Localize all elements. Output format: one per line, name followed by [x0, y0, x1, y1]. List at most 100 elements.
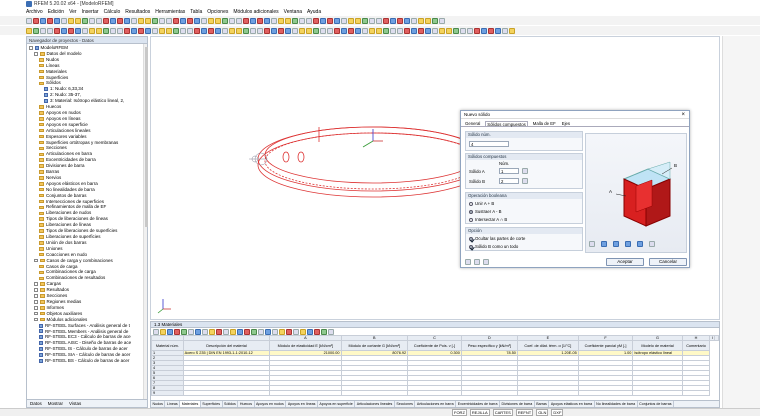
menu-item[interactable]: Edición [48, 9, 64, 15]
toolbar-button-icon[interactable] [208, 17, 214, 24]
toolbar-button-icon[interactable] [362, 17, 368, 24]
toolbar-button-icon[interactable] [285, 17, 291, 24]
menu-item[interactable]: Archivo [26, 9, 43, 15]
nav-tab-views[interactable]: Vistas [69, 401, 81, 406]
status-toggle[interactable]: DXF [551, 409, 564, 416]
toolbar-button-icon[interactable] [236, 17, 242, 24]
toolbar-button-icon[interactable] [47, 27, 53, 34]
table-tab[interactable]: Nudos [151, 401, 166, 407]
toolbar-button-icon[interactable] [103, 27, 109, 34]
toolbar-button-icon[interactable] [250, 17, 256, 24]
toolbar-button-icon[interactable] [138, 17, 144, 24]
toolbar-button-icon[interactable] [194, 27, 200, 34]
toolbar-button-icon[interactable] [243, 17, 249, 24]
expand-icon[interactable] [34, 306, 38, 310]
toolbar-button-icon[interactable] [54, 17, 60, 24]
toolbar-button-icon[interactable] [306, 27, 312, 34]
toolbar-button-icon[interactable] [222, 27, 228, 34]
pick-icon[interactable] [483, 259, 489, 265]
toolbar-button-icon[interactable] [117, 27, 123, 34]
toolbar-button-icon[interactable] [215, 17, 221, 24]
toolbar-button-icon[interactable] [383, 27, 389, 34]
expand-icon[interactable] [34, 311, 38, 316]
tab-fe-mesh[interactable]: Malla de EF [532, 121, 557, 126]
table-cell[interactable] [516, 390, 579, 396]
toolbar-button-icon[interactable] [201, 17, 207, 24]
toolbar-button-icon[interactable] [26, 17, 32, 24]
toolbar-button-icon[interactable] [222, 17, 228, 24]
toolbar-button-icon[interactable] [173, 27, 179, 34]
table-row[interactable]: 9 [151, 390, 719, 396]
table-cell[interactable] [269, 390, 342, 396]
table-tab[interactable]: Articulaciones lineales [355, 401, 395, 407]
hide-cut-parts-checkbox[interactable]: Ocultar las partes de corte [469, 236, 525, 241]
toolbar-button-icon[interactable] [306, 17, 312, 24]
toolbar-button-icon[interactable] [152, 27, 158, 34]
toolbar-button-icon[interactable] [187, 27, 193, 34]
toolbar-button-icon[interactable] [376, 17, 382, 24]
toolbar-button-icon[interactable] [334, 27, 340, 34]
close-icon[interactable]: × [681, 111, 685, 119]
table-tab[interactable]: Excentricidades de barra [456, 401, 500, 407]
menu-item[interactable]: Insertar [82, 9, 99, 15]
toolbar-button-icon[interactable] [215, 27, 221, 34]
toolbar-button-icon[interactable] [411, 27, 417, 34]
toolbar-button-icon[interactable] [432, 27, 438, 34]
toolbar-button-icon[interactable] [33, 27, 39, 34]
table-tab[interactable]: Apoyos en superficie [318, 401, 356, 407]
navigator-scrollbar[interactable] [143, 44, 148, 401]
toolbar-button-icon[interactable] [208, 27, 214, 34]
toolbar-button-icon[interactable] [509, 27, 515, 34]
help-icon[interactable] [465, 259, 471, 265]
status-toggle[interactable]: CARTES [492, 409, 513, 416]
tab-axes[interactable]: Ejes [561, 121, 571, 126]
expand-icon[interactable] [34, 300, 38, 304]
cancel-button[interactable]: Cancelar [649, 258, 687, 266]
expand-icon[interactable] [34, 294, 38, 298]
toolbar-button-icon[interactable] [131, 17, 137, 24]
toolbar-button-icon[interactable] [439, 27, 445, 34]
menu-item[interactable]: Herramientas [155, 9, 185, 15]
toolbar-button-icon[interactable] [467, 27, 473, 34]
toolbar-button-icon[interactable] [285, 27, 291, 34]
status-toggle[interactable]: GLN [536, 409, 549, 416]
table-cell[interactable] [460, 390, 518, 396]
toolbar-button-icon[interactable] [495, 27, 501, 34]
toolbar-button-icon[interactable] [292, 17, 298, 24]
view-x-icon[interactable] [613, 241, 619, 247]
toolbar-button-icon[interactable] [341, 27, 347, 34]
toolbar-button-icon[interactable] [362, 27, 368, 34]
toolbar-button-icon[interactable] [397, 27, 403, 34]
toolbar-button-icon[interactable] [173, 17, 179, 24]
toolbar-button-icon[interactable] [439, 17, 445, 24]
toolbar-button-icon[interactable] [369, 27, 375, 34]
view-z-icon[interactable] [637, 241, 643, 247]
toolbar-button-icon[interactable] [96, 17, 102, 24]
table-cell[interactable] [577, 390, 634, 396]
toolbar-button-icon[interactable] [236, 27, 242, 34]
table-tab[interactable]: Líneas [165, 401, 181, 407]
menu-item[interactable]: Ventana [284, 9, 302, 15]
toolbar-button-icon[interactable] [54, 27, 60, 34]
table-tab[interactable]: Materiales [180, 401, 201, 407]
toolbar-button-icon[interactable] [460, 27, 466, 34]
toolbar-button-icon[interactable] [159, 17, 165, 24]
toolbar-button-icon[interactable] [320, 17, 326, 24]
toolbar-button-icon[interactable] [61, 27, 67, 34]
toolbar-button-icon[interactable] [166, 27, 172, 34]
pick-solid-a-icon[interactable] [522, 168, 528, 174]
toolbar-button-icon[interactable] [75, 17, 81, 24]
menu-item[interactable]: Resultados [125, 9, 150, 15]
menu-item[interactable]: Módulos adicionales [233, 9, 278, 15]
toolbar-button-icon[interactable] [96, 27, 102, 34]
toolbar-button-icon[interactable] [68, 17, 74, 24]
toolbar-button-icon[interactable] [257, 17, 263, 24]
table-tab[interactable]: Barras [535, 401, 550, 407]
toolbar-button-icon[interactable] [250, 27, 256, 34]
toolbar-button-icon[interactable] [82, 17, 88, 24]
toolbar-button-icon[interactable] [110, 27, 116, 34]
toolbar-button-icon[interactable] [376, 27, 382, 34]
table-tab[interactable]: Divisiones de barra [500, 401, 535, 407]
solid-b-whole-checkbox[interactable]: Sólido B como un todo [469, 244, 518, 249]
toolbar-button-icon[interactable] [299, 27, 305, 34]
